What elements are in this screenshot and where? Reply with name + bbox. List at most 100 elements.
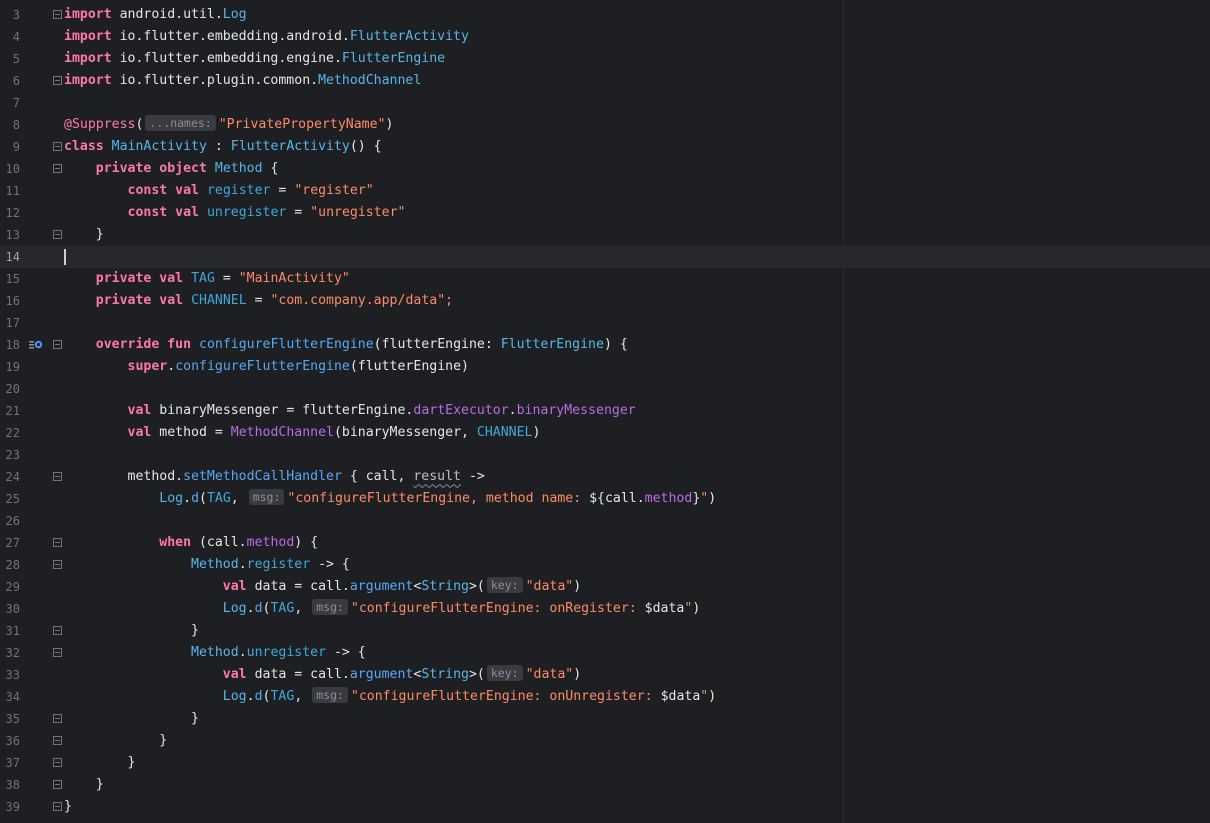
code-text[interactable]: val data = call.argument<String>(key: "da… (64, 664, 581, 686)
code-text[interactable]: @Suppress(...names: "PrivatePropertyName"… (64, 114, 393, 136)
code-line[interactable]: 24 method.setMethodCallHandler { call, r… (0, 466, 1210, 488)
line-number[interactable]: 39 (0, 796, 20, 818)
code-line[interactable]: 18 override fun configureFlutterEngine(f… (0, 334, 1210, 356)
code-line[interactable]: 3 import android.util.Log (0, 4, 1210, 26)
line-number[interactable]: 32 (0, 642, 20, 664)
code-text[interactable]: val data = call.argument<String>(key: "da… (64, 576, 581, 598)
code-line[interactable]: 25 Log.d(TAG, msg: "configureFlutterEngin… (0, 488, 1210, 510)
code-line[interactable]: 16 private val CHANNEL = "com.company.ap… (0, 290, 1210, 312)
line-number[interactable]: 20 (0, 378, 20, 400)
code-line[interactable]: 5 import io.flutter.embedding.engine.Flut… (0, 48, 1210, 70)
code-text[interactable]: when (call.method) { (64, 532, 318, 554)
line-number[interactable]: 30 (0, 598, 20, 620)
code-text[interactable]: val binaryMessenger = flutterEngine.dart… (64, 400, 636, 422)
line-number[interactable]: 18 (0, 334, 20, 356)
line-number[interactable]: 21 (0, 400, 20, 422)
code-text[interactable]: val method = MethodChannel(binaryMesseng… (64, 422, 541, 444)
code-text[interactable]: } (64, 224, 104, 246)
fold-marker-icon[interactable] (53, 802, 62, 811)
code-line[interactable]: 27 when (call.method) { (0, 532, 1210, 554)
fold-marker-icon[interactable] (53, 142, 62, 151)
fold-marker-icon[interactable] (53, 736, 62, 745)
code-line[interactable]: 21 val binaryMessenger = flutterEngine.d… (0, 400, 1210, 422)
code-line[interactable]: 26 (0, 510, 1210, 532)
code-text[interactable]: Method.register -> { (64, 554, 350, 576)
code-line[interactable]: 7 (0, 92, 1210, 114)
code-text[interactable]: private val CHANNEL = "com.company.app/d… (64, 290, 453, 312)
code-text[interactable]: Log.d(TAG, msg: "configureFlutterEngine: … (64, 598, 700, 620)
line-number[interactable]: 34 (0, 686, 20, 708)
code-text[interactable]: method.setMethodCallHandler { call, resu… (64, 466, 485, 488)
line-number[interactable]: 5 (0, 48, 20, 70)
code-line[interactable]: 36 } (0, 730, 1210, 752)
code-line[interactable]: 37 } (0, 752, 1210, 774)
line-number[interactable]: 17 (0, 312, 20, 334)
code-line[interactable]: 15 private val TAG = "MainActivity" (0, 268, 1210, 290)
code-line[interactable]: 28 Method.register -> { (0, 554, 1210, 576)
code-line[interactable]: 35 } (0, 708, 1210, 730)
code-line[interactable]: 38 } (0, 774, 1210, 796)
fold-marker-icon[interactable] (53, 648, 62, 657)
code-line[interactable]: 4 import io.flutter.embedding.android.Flu… (0, 26, 1210, 48)
fold-marker-icon[interactable] (53, 164, 62, 173)
code-text[interactable]: Method.unregister -> { (64, 642, 366, 664)
fold-marker-icon[interactable] (53, 780, 62, 789)
code-text[interactable]: } (64, 708, 199, 730)
code-line[interactable]: 32 Method.unregister -> { (0, 642, 1210, 664)
line-number[interactable]: 10 (0, 158, 20, 180)
line-number[interactable]: 37 (0, 752, 20, 774)
line-number[interactable]: 24 (0, 466, 20, 488)
fold-marker-icon[interactable] (53, 714, 62, 723)
fold-marker-icon[interactable] (53, 472, 62, 481)
line-number[interactable]: 36 (0, 730, 20, 752)
line-number[interactable]: 35 (0, 708, 20, 730)
code-text[interactable]: override fun configureFlutterEngine(flut… (64, 334, 628, 356)
code-text[interactable]: Log.d(TAG, msg: "configureFlutterEngine, … (64, 488, 716, 510)
fold-marker-icon[interactable] (53, 10, 62, 19)
line-number[interactable]: 38 (0, 774, 20, 796)
code-line[interactable]: 23 (0, 444, 1210, 466)
code-line[interactable]: 12 const val unregister = "unregister" (0, 202, 1210, 224)
code-line[interactable]: 17 (0, 312, 1210, 334)
line-number[interactable]: 8 (0, 114, 20, 136)
code-text[interactable]: class MainActivity : FlutterActivity() { (64, 136, 382, 158)
line-number[interactable]: 6 (0, 70, 20, 92)
code-line[interactable]: 14 (0, 246, 1210, 268)
code-editor[interactable]: 3 import android.util.Log 4 import io.flutt… (0, 0, 1210, 823)
code-text[interactable]: private object Method { (64, 158, 279, 180)
fold-marker-icon[interactable] (53, 538, 62, 547)
line-number[interactable]: 11 (0, 180, 20, 202)
code-text[interactable]: import io.flutter.plugin.common.MethodCh… (64, 70, 421, 92)
line-number[interactable]: 13 (0, 224, 20, 246)
code-text[interactable]: import io.flutter.embedding.engine.Flutt… (64, 48, 445, 70)
line-number[interactable]: 9 (0, 136, 20, 158)
code-line[interactable]: 34 Log.d(TAG, msg: "configureFlutterEngin… (0, 686, 1210, 708)
line-number[interactable]: 31 (0, 620, 20, 642)
line-number[interactable]: 14 (0, 246, 20, 268)
code-text[interactable]: const val unregister = "unregister" (64, 202, 406, 224)
code-line[interactable]: 6 import io.flutter.plugin.common.MethodC… (0, 70, 1210, 92)
code-text[interactable]: import io.flutter.embedding.android.Flut… (64, 26, 469, 48)
code-text[interactable]: private val TAG = "MainActivity" (64, 268, 350, 290)
line-number[interactable]: 33 (0, 664, 20, 686)
fold-marker-icon[interactable] (53, 76, 62, 85)
code-line[interactable]: 8 @Suppress(...names: "PrivatePropertyName… (0, 114, 1210, 136)
line-number[interactable]: 12 (0, 202, 20, 224)
code-text[interactable]: } (64, 730, 167, 752)
code-line[interactable]: 13 } (0, 224, 1210, 246)
line-number[interactable]: 23 (0, 444, 20, 466)
line-number[interactable]: 29 (0, 576, 20, 598)
fold-marker-icon[interactable] (53, 230, 62, 239)
code-line[interactable]: 9 class MainActivity : FlutterActivity() … (0, 136, 1210, 158)
line-number[interactable]: 4 (0, 26, 20, 48)
code-line[interactable]: 20 (0, 378, 1210, 400)
line-number[interactable]: 22 (0, 422, 20, 444)
code-line[interactable]: 19 super.configureFlutterEngine(flutterE… (0, 356, 1210, 378)
line-number[interactable]: 27 (0, 532, 20, 554)
code-line[interactable]: 39} (0, 796, 1210, 818)
code-line[interactable]: 31 } (0, 620, 1210, 642)
code-text[interactable]: import android.util.Log (64, 4, 247, 26)
fold-marker-icon[interactable] (53, 340, 62, 349)
line-number[interactable]: 25 (0, 488, 20, 510)
line-number[interactable]: 19 (0, 356, 20, 378)
